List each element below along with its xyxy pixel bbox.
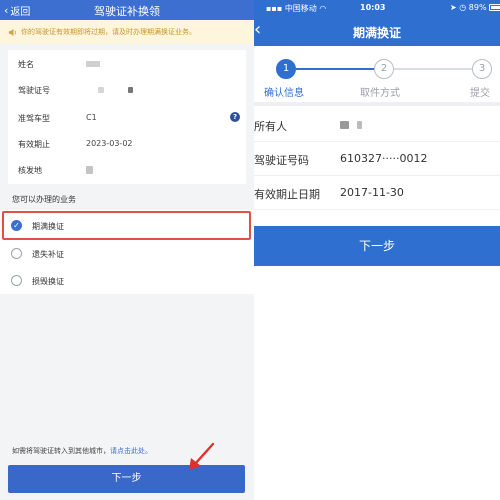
row-label: 所有人	[254, 120, 287, 133]
selection-highlight-box	[2, 211, 251, 240]
next-button[interactable]: 下一步	[254, 226, 500, 266]
red-arrow-icon	[189, 442, 215, 470]
step-2-icon: 2	[374, 59, 394, 79]
info-value-redacted	[86, 85, 133, 94]
row-value: 2017-11-30	[340, 186, 404, 199]
option-label: 损毁换证	[32, 277, 64, 286]
info-row-vehicle-class: 准驾车型 C1 ?	[8, 106, 246, 130]
transfer-link[interactable]: 请点击此处。	[110, 447, 152, 455]
option-lost-replacement[interactable]: 遗失补证	[2, 240, 250, 268]
info-row-name: 姓名	[8, 52, 246, 76]
option-damaged-replacement[interactable]: 损毁换证	[2, 267, 250, 295]
expiry-notice: 你的驾驶证有效期即将过期，请及时办理期满换证业务。	[0, 20, 254, 44]
row-value: 610327·····0012	[340, 152, 428, 165]
battery-status: ➤ ◷ 89%	[450, 3, 500, 12]
help-icon[interactable]: ?	[230, 112, 240, 122]
row-license-number: 驾驶证号码 610327·····0012	[254, 142, 500, 176]
section-title: 您可以办理的业务	[12, 195, 76, 204]
carrier-label: ▪▪▪ 中国移动 ◠	[266, 3, 326, 14]
screenshot: ‹ 返回 驾驶证补换领 你的驾驶证有效期即将过期，请及时办理期满换证业务。 姓名…	[0, 0, 500, 500]
page-title: 驾驶证补换领	[94, 5, 160, 18]
status-bar: ▪▪▪ 中国移动 ◠ 10:03 ➤ ◷ 89%	[254, 0, 500, 16]
step-3-label: 提交	[470, 88, 490, 99]
row-label: 有效期止日期	[254, 188, 320, 201]
row-owner: 所有人	[254, 108, 500, 142]
left-nav-bar: ‹ 返回 驾驶证补换领	[0, 0, 254, 20]
info-row-valid-until: 有效期止 2023-03-02	[8, 132, 246, 156]
alarm-icon: ◷	[459, 3, 467, 12]
page-title: 期满换证	[352, 26, 401, 40]
info-value-redacted	[86, 165, 93, 174]
location-icon: ➤	[450, 3, 457, 12]
right-phone-screen: ▪▪▪ 中国移动 ◠ 10:03 ➤ ◷ 89% ‹ 期满换证 1 2 3 确认…	[254, 0, 500, 500]
info-label: 驾驶证号	[18, 86, 50, 95]
step-1-label: 确认信息	[264, 88, 304, 99]
transfer-hint: 如需将驾驶证转入到其他城市，请点击此处。	[12, 446, 152, 456]
hint-text: 如需将驾驶证转入到其他城市，	[12, 447, 110, 455]
right-nav-bar: ‹ 期满换证	[254, 16, 500, 46]
notice-text: 你的驾驶证有效期即将过期，请及时办理期满换证业务。	[21, 28, 196, 36]
blank-area	[254, 266, 500, 500]
radio-icon	[11, 248, 22, 259]
signal-icon: ▪▪▪	[266, 4, 283, 13]
step-2-label: 取件方式	[360, 88, 400, 99]
info-row-license-number: 驾驶证号	[8, 78, 246, 102]
option-label: 遗失补证	[32, 250, 64, 259]
row-value-redacted	[340, 118, 362, 131]
info-label: 准驾车型	[18, 114, 50, 123]
row-label: 驾驶证号码	[254, 154, 309, 167]
info-label: 核发地	[18, 166, 42, 175]
clock: 10:03	[360, 3, 386, 12]
divider	[254, 102, 500, 106]
info-value: 2023-03-02	[86, 139, 133, 148]
info-label: 有效期止	[18, 140, 50, 149]
carrier-name: 中国移动	[284, 4, 317, 13]
step-connector-active	[296, 68, 374, 70]
left-phone-screen: ‹ 返回 驾驶证补换领 你的驾驶证有效期即将过期，请及时办理期满换证业务。 姓名…	[0, 0, 254, 500]
battery-percent: 89%	[468, 3, 487, 12]
row-valid-until: 有效期止日期 2017-11-30	[254, 176, 500, 210]
info-row-issuer: 核发地	[8, 158, 246, 182]
info-value: C1	[86, 113, 97, 122]
speaker-icon	[8, 28, 16, 36]
info-value-redacted	[86, 59, 100, 68]
radio-icon	[11, 275, 22, 286]
step-3-icon: 3	[472, 59, 492, 79]
battery-icon	[489, 4, 500, 11]
info-label: 姓名	[18, 60, 34, 69]
license-info-card: 姓名 驾驶证号 准驾车型 C1 ? 有效期止 2023-03-02 核发地	[8, 50, 246, 184]
step-1-icon: 1	[276, 59, 296, 79]
step-connector	[394, 68, 482, 70]
wifi-icon: ◠	[319, 4, 327, 13]
